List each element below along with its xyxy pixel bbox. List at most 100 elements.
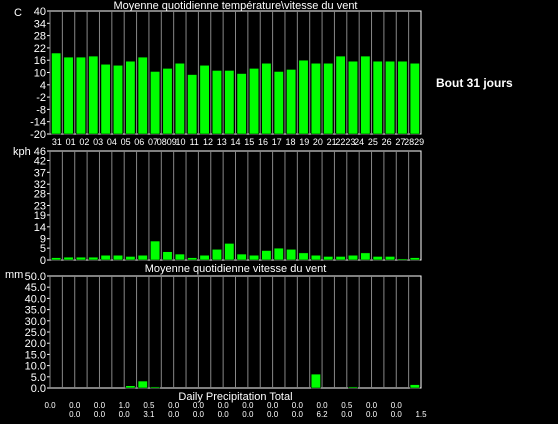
- bar: [348, 386, 358, 389]
- precip-data-label: 0.0: [267, 401, 279, 410]
- bar: [63, 256, 74, 261]
- bar: [63, 56, 74, 135]
- bar: [385, 60, 396, 135]
- bar: [409, 384, 420, 389]
- bar: [187, 74, 198, 135]
- bar: [261, 250, 272, 261]
- y-tick-label: 14: [34, 222, 46, 234]
- bar: [323, 256, 334, 261]
- precip-data-label: 0.0: [119, 410, 131, 419]
- x-tick-label: 20: [313, 137, 323, 147]
- bar: [286, 249, 297, 261]
- y-tick-label: 34: [34, 18, 46, 30]
- x-tick-label: 31: [52, 137, 62, 147]
- bar: [249, 68, 259, 135]
- y-tick-label: 19: [34, 210, 46, 222]
- bar: [224, 243, 235, 261]
- bar: [335, 55, 346, 135]
- y-tick-label: 5: [40, 243, 46, 255]
- bar: [199, 65, 210, 135]
- x-tick-label: 26: [382, 137, 392, 147]
- bar: [125, 60, 136, 135]
- x-tick-label: 03: [93, 137, 103, 147]
- y-tick-label: 16: [34, 55, 46, 67]
- y-tick-label: 20.0: [25, 338, 46, 350]
- bar: [125, 385, 136, 389]
- bar: [372, 256, 383, 261]
- bar: [199, 255, 210, 261]
- precip-data-label: 6.2: [317, 410, 329, 419]
- x-tick-label: 15: [244, 137, 254, 147]
- bar: [150, 386, 161, 389]
- x-tick-label: 14: [230, 137, 240, 147]
- precip-data-label: 0.0: [168, 401, 180, 410]
- precip-data-label: 0.0: [317, 401, 329, 410]
- bar: [150, 71, 161, 135]
- precip-data-label: 0.0: [267, 410, 279, 419]
- y-tick-label: 0.0: [31, 383, 46, 395]
- x-tick-label: 18: [285, 137, 295, 147]
- precip-data-label: 0.0: [391, 401, 403, 410]
- y-tick-label: 28: [34, 31, 46, 43]
- weather-charts: Moyenne quotidienne température\vitesse …: [5, 0, 427, 419]
- x-tick-label: 04: [107, 137, 117, 147]
- bar: [162, 68, 173, 135]
- bar: [261, 63, 272, 135]
- x-tick-label: 25: [368, 137, 378, 147]
- y-tick-label: 30.0: [25, 316, 46, 328]
- bar: [372, 60, 383, 135]
- bar: [75, 56, 86, 135]
- y-axis-unit-label: C: [14, 7, 22, 19]
- y-tick-label: 37: [34, 167, 46, 179]
- y-tick-label: -8: [36, 104, 46, 116]
- y-tick-label: 4: [40, 80, 46, 92]
- bar: [298, 59, 309, 135]
- precip-data-label: 0.0: [94, 410, 106, 419]
- bar: [310, 255, 321, 261]
- bar: [348, 60, 358, 135]
- precip-data-label: 0.0: [218, 401, 230, 410]
- bar: [335, 256, 346, 261]
- bar: [113, 255, 123, 261]
- bar: [409, 63, 420, 135]
- bar: [137, 380, 148, 389]
- precip-data-label: 0.0: [168, 410, 180, 419]
- y-tick-label: 10: [34, 68, 46, 80]
- x-tick-label: 05: [121, 137, 131, 147]
- precip-data-label: 0.0: [391, 410, 403, 419]
- bar: [162, 251, 173, 261]
- precip-data-label: 1.5: [415, 410, 427, 419]
- bar: [323, 63, 334, 135]
- bar: [113, 65, 123, 135]
- bar: [397, 60, 408, 135]
- precip-data-label: 0.0: [94, 401, 106, 410]
- x-tick-label: 17: [272, 137, 282, 147]
- bar: [51, 257, 62, 261]
- bar: [385, 256, 396, 261]
- bar: [75, 256, 86, 261]
- precip-data-label: 0.0: [292, 410, 304, 419]
- bar: [310, 373, 321, 389]
- bar: [397, 258, 408, 261]
- bar: [348, 255, 358, 261]
- precip-data-label: 0.0: [366, 401, 378, 410]
- x-tick-label: 24: [354, 137, 364, 147]
- bar: [249, 255, 259, 261]
- precip-data-label: 0.0: [193, 401, 205, 410]
- y-tick-label: -20: [30, 129, 46, 141]
- bar: [174, 253, 185, 261]
- precip-data-label: 0.5: [143, 401, 155, 410]
- bar: [360, 252, 371, 261]
- bar: [137, 255, 148, 261]
- precip-data-label: 0.0: [218, 410, 230, 419]
- bar: [360, 55, 371, 135]
- y-tick-label: 42: [34, 155, 46, 167]
- x-tick-label: 02: [79, 137, 89, 147]
- y-tick-label: -14: [30, 117, 46, 129]
- x-tick-label: 06: [134, 137, 144, 147]
- bar: [212, 249, 222, 261]
- y-tick-label: 40.0: [25, 293, 46, 305]
- chart-title: Moyenne quotidienne vitesse du vent: [145, 263, 327, 275]
- y-tick-label: 50.0: [25, 271, 46, 283]
- bar: [409, 257, 420, 261]
